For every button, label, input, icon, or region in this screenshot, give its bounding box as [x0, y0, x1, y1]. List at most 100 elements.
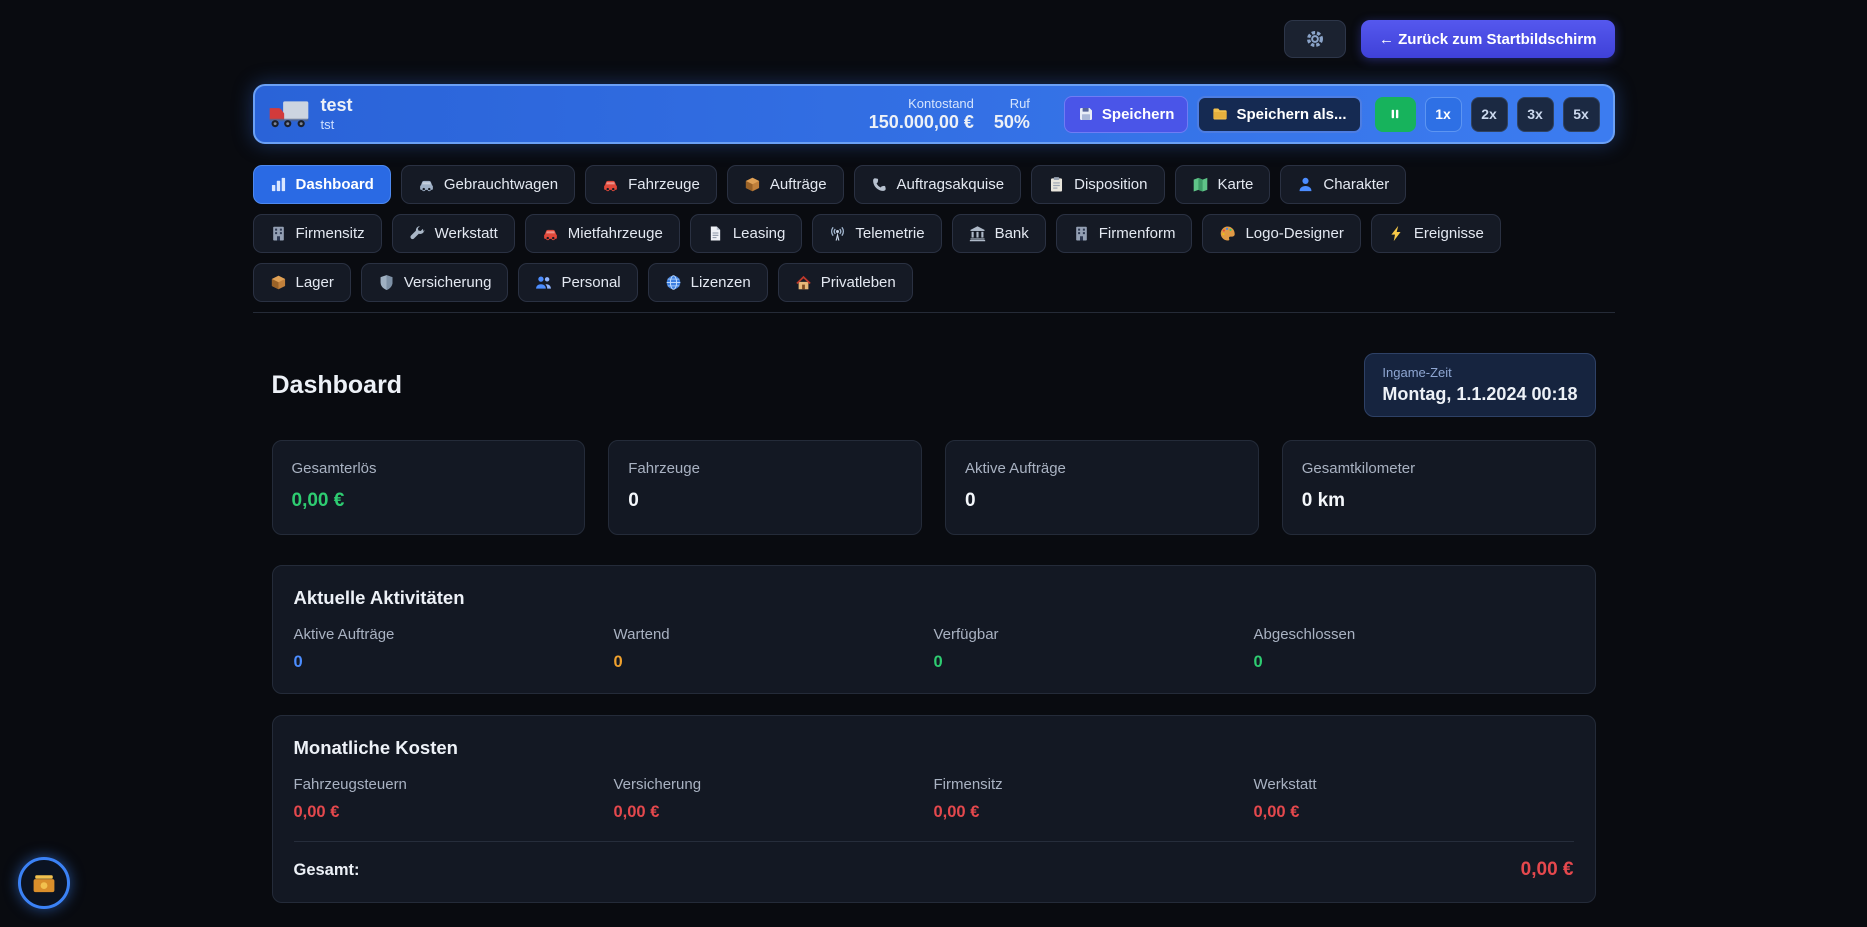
tab-auftraege[interactable]: Aufträge: [726, 165, 844, 204]
chart-icon: [270, 176, 287, 193]
speed-3x-button[interactable]: 3x: [1516, 96, 1554, 132]
metric-label: Versicherung: [613, 776, 702, 793]
balance-block: Kontostand 150.000,00 €: [869, 96, 974, 133]
costs-total-label: Gesamt:: [293, 860, 360, 879]
tab-lager[interactable]: Lager: [252, 263, 351, 302]
tab-label: Telemetrie: [855, 225, 925, 242]
main-head: Dashboard Ingame-Zeit Montag, 1.1.2024 0…: [272, 353, 1596, 417]
gear-icon: [1305, 29, 1325, 49]
antenna-icon: [829, 225, 846, 242]
metric-label: Aktive Aufträge: [293, 626, 395, 643]
metric-label: Wartend: [613, 626, 670, 643]
tab-disposition[interactable]: Disposition: [1031, 165, 1165, 204]
tab-lizenzen[interactable]: Lizenzen: [647, 263, 768, 302]
metric-label: Verfügbar: [933, 626, 999, 643]
metric: Wartend 0: [614, 626, 934, 672]
tab-firmenform[interactable]: Firmenform: [1055, 214, 1193, 253]
reputation-block: Ruf 50%: [994, 96, 1030, 133]
person-icon: [1297, 176, 1314, 193]
tab-label: Bank: [994, 225, 1029, 242]
main-content: Dashboard Ingame-Zeit Montag, 1.1.2024 0…: [253, 313, 1615, 903]
settings-button[interactable]: [1283, 20, 1346, 58]
metric-label: Werkstatt: [1253, 776, 1317, 793]
tab-label: Fahrzeuge: [628, 176, 700, 193]
tab-label: Ereignisse: [1413, 225, 1484, 242]
costs-title: Monatliche Kosten: [293, 737, 458, 758]
tab-logo-designer[interactable]: Logo-Designer: [1202, 214, 1361, 253]
tab-telemetrie[interactable]: Telemetrie: [812, 214, 942, 253]
wrench-icon: [409, 225, 426, 242]
costs-panel: Monatliche Kosten Fahrzeugsteuern 0,00 € V…: [271, 715, 1596, 903]
tab-mietfahrzeuge[interactable]: Mietfahrzeuge: [524, 214, 680, 253]
speed-5x-button[interactable]: 5x: [1562, 96, 1600, 132]
tab-ereignisse[interactable]: Ereignisse: [1370, 214, 1501, 253]
tab-versicherung[interactable]: Versicherung: [360, 263, 509, 302]
bank-icon: [969, 225, 986, 242]
phone-icon: [871, 176, 888, 193]
metric: Werkstatt 0,00 €: [1254, 776, 1574, 822]
metric-label: Fahrzeugsteuern: [293, 776, 407, 793]
document-icon: [707, 225, 724, 242]
tab-label: Versicherung: [403, 274, 492, 291]
tab-leasing[interactable]: Leasing: [689, 214, 803, 253]
metric-value: 0: [1253, 653, 1263, 671]
money-icon: [31, 870, 57, 896]
page-title: Dashboard: [271, 370, 403, 399]
box-icon: [270, 274, 287, 291]
stat-value: 0,00 €: [291, 490, 345, 511]
back-to-start-button[interactable]: ← Zurück zum Startbildschirm: [1360, 20, 1615, 58]
activities-grid: Aktive Aufträge 0 Wartend 0 Verfügbar 0 Abgesc…: [294, 626, 1574, 672]
tab-label: Privatleben: [820, 274, 896, 291]
metric-value: 0: [293, 653, 303, 671]
tab-bank[interactable]: Bank: [951, 214, 1046, 253]
save-as-button[interactable]: Speichern als...: [1197, 95, 1362, 133]
tab-label: Leasing: [732, 225, 786, 242]
tab-label: Karte: [1217, 176, 1254, 193]
metric-value: 0,00 €: [1253, 803, 1300, 821]
house-icon: [795, 274, 812, 291]
activities-title: Aktuelle Aktivitäten: [293, 587, 465, 608]
lightning-icon: [1388, 225, 1405, 242]
finance-fab-button[interactable]: [18, 857, 70, 909]
nav-row: Dashboard Gebrauchtwagen Fahrzeuge Aufträge…: [252, 165, 1615, 204]
tab-gebrauchtwagen[interactable]: Gebrauchtwagen: [400, 165, 576, 204]
ingame-time-label: Ingame-Zeit: [1382, 365, 1452, 380]
tab-label: Firmensitz: [295, 225, 365, 242]
tab-label: Personal: [561, 274, 621, 291]
tab-karte[interactable]: Karte: [1174, 165, 1271, 204]
tab-privatleben[interactable]: Privatleben: [777, 263, 913, 302]
stat-value: 0 km: [1301, 490, 1346, 511]
pause-button[interactable]: [1374, 96, 1416, 132]
stat-card: Fahrzeuge 0: [608, 440, 922, 535]
tab-label: Firmenform: [1098, 225, 1176, 242]
metric-value: 0: [613, 653, 623, 671]
save-button[interactable]: Speichern: [1063, 95, 1189, 133]
stat-card: Gesamterlös 0,00 €: [271, 440, 586, 535]
costs-total-row: Gesamt: 0,00 €: [293, 841, 1574, 881]
tab-dashboard[interactable]: Dashboard: [252, 165, 391, 204]
tab-label: Gebrauchtwagen: [443, 176, 559, 193]
save-as-button-label: Speichern als...: [1236, 105, 1347, 123]
topbar: ← Zurück zum Startbildschirm: [253, 0, 1615, 58]
tab-werkstatt[interactable]: Werkstatt: [391, 214, 515, 253]
tab-charakter[interactable]: Charakter: [1280, 165, 1407, 204]
nav-tabs: Dashboard Gebrauchtwagen Fahrzeuge Aufträge…: [252, 165, 1615, 302]
speed-1x-button[interactable]: 1x: [1424, 96, 1462, 132]
tab-fahrzeuge[interactable]: Fahrzeuge: [585, 165, 717, 204]
metric: Firmensitz 0,00 €: [934, 776, 1254, 822]
tab-auftragsakquise[interactable]: Auftragsakquise: [853, 165, 1022, 204]
speed-2x-button[interactable]: 2x: [1470, 96, 1508, 132]
car-red-icon: [542, 225, 559, 242]
tab-firmensitz[interactable]: Firmensitz: [252, 214, 382, 253]
costs-total-value: 0,00 €: [1520, 859, 1574, 880]
box-icon: [744, 176, 761, 193]
stat-label: Aktive Aufträge: [965, 460, 1066, 477]
tab-label: Mietfahrzeuge: [567, 225, 663, 242]
reputation-label: Ruf: [1009, 95, 1030, 111]
tab-label: Disposition: [1074, 176, 1148, 193]
tab-personal[interactable]: Personal: [518, 263, 638, 302]
metric-label: Firmensitz: [933, 776, 1003, 793]
pause-icon: [1388, 107, 1402, 121]
metric-value: 0,00 €: [613, 803, 660, 821]
palette-icon: [1219, 225, 1236, 242]
